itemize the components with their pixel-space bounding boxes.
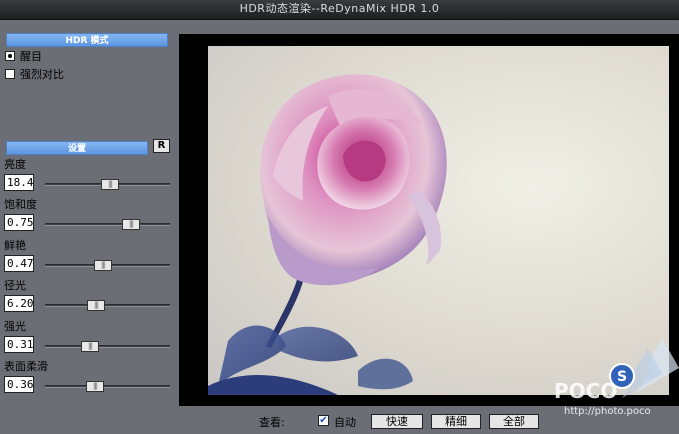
- param-label: 表面柔滑: [4, 360, 48, 373]
- param-value-field[interactable]: 0.31: [4, 335, 34, 353]
- param-label: 饱和度: [4, 198, 37, 212]
- reset-button[interactable]: R: [153, 139, 170, 153]
- view-label: 查看:: [259, 416, 285, 429]
- mode-section-header: HDR 模式: [6, 33, 168, 47]
- settings-section-header: 设置: [6, 141, 148, 155]
- mode-option-label: 强烈对比: [20, 68, 64, 81]
- param-value-field[interactable]: 0.47: [4, 254, 34, 272]
- slider-thumb[interactable]: [122, 219, 140, 231]
- all-button[interactable]: 全部: [489, 414, 539, 429]
- param-slider[interactable]: [45, 340, 170, 352]
- fine-button[interactable]: 精细: [431, 414, 481, 429]
- param-slider[interactable]: [45, 259, 170, 271]
- mode-option-label: 醒目: [20, 50, 42, 63]
- slider-thumb[interactable]: [81, 340, 99, 352]
- radio-unselected-icon[interactable]: [5, 69, 15, 79]
- auto-label: 自动: [334, 416, 356, 429]
- param-label: 鲜艳: [4, 238, 26, 252]
- param-value-field[interactable]: 18.4: [4, 174, 34, 191]
- watermark: S POCO http://photo.poco: [552, 338, 679, 434]
- param-value-field[interactable]: 0.36: [4, 376, 34, 393]
- param-slider[interactable]: [45, 219, 170, 231]
- watermark-url: http://photo.poco: [564, 406, 651, 417]
- settings-panel: HDR 模式 醒目 强烈对比 设置 R 亮度 18.4 饱和度 0.75 鲜艳 0.47 径…: [0, 20, 178, 434]
- slider-thumb[interactable]: [101, 179, 119, 190]
- fast-button[interactable]: 快速: [371, 414, 423, 429]
- param-slider[interactable]: [45, 381, 170, 392]
- slider-thumb[interactable]: [94, 259, 112, 271]
- window-title: HDR动态渲染--ReDynaMix HDR 1.0: [0, 0, 679, 20]
- param-slider[interactable]: [45, 179, 170, 190]
- auto-checkbox[interactable]: ✔: [318, 415, 329, 426]
- radio-selected-icon[interactable]: [5, 51, 15, 61]
- param-value-field[interactable]: 0.75: [4, 214, 34, 232]
- svg-text:S: S: [617, 369, 627, 385]
- mode-option-strong-contrast[interactable]: 强烈对比: [5, 66, 64, 82]
- mode-option-vivid[interactable]: 醒目: [5, 48, 42, 64]
- poco-logo: S POCO http://photo.poco: [554, 338, 679, 417]
- param-value-field[interactable]: 6.20: [4, 295, 34, 313]
- param-label: 强光: [4, 319, 26, 333]
- watermark-brand: POCO: [554, 379, 617, 403]
- param-label: 亮度: [4, 158, 26, 171]
- slider-thumb[interactable]: [86, 381, 104, 392]
- slider-thumb[interactable]: [87, 300, 105, 312]
- param-label: 径光: [4, 279, 26, 293]
- param-slider[interactable]: [45, 300, 170, 312]
